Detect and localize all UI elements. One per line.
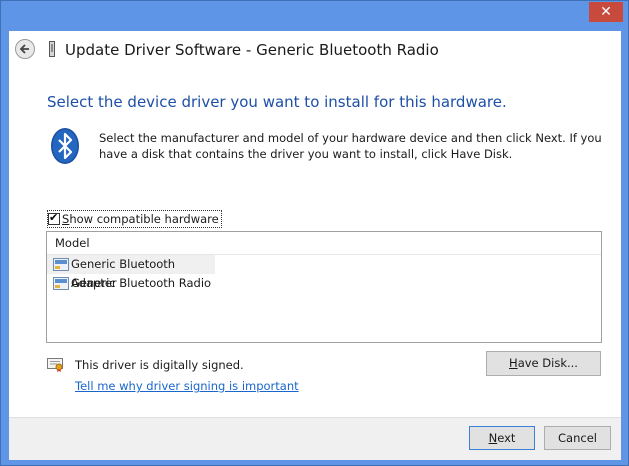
driver-signing-link[interactable]: Tell me why driver signing is important (75, 379, 299, 393)
signed-driver-icon (47, 358, 63, 372)
next-button[interactable]: Next (469, 426, 535, 450)
driver-icon (53, 258, 69, 271)
dialog-window: ✕ Update Driver Software - Generic Bluet… (0, 0, 629, 466)
wizard-header: Update Driver Software - Generic Bluetoo… (9, 31, 621, 71)
wizard-panel: Update Driver Software - Generic Bluetoo… (9, 31, 621, 460)
list-item[interactable]: Generic Bluetooth Adapter (47, 255, 215, 290)
back-arrow-icon (19, 44, 29, 54)
have-disk-button[interactable]: Have Disk... (486, 351, 601, 376)
list-item[interactable]: Generic Bluetooth Radio (47, 274, 601, 293)
wizard-title: Update Driver Software - Generic Bluetoo… (65, 41, 439, 59)
device-icon (49, 41, 55, 57)
signing-status-text: This driver is digitally signed. (75, 358, 244, 372)
list-item-label: Generic Bluetooth Radio (71, 276, 212, 290)
checkbox-box[interactable] (48, 211, 60, 225)
show-compatible-label: Show compatible hardware (62, 212, 219, 226)
page-heading: Select the device driver you want to ins… (47, 93, 507, 111)
bluetooth-icon (51, 128, 79, 164)
show-compatible-checkbox[interactable]: Show compatible hardware (47, 210, 222, 228)
cancel-button[interactable]: Cancel (544, 426, 611, 450)
back-button[interactable] (15, 39, 35, 59)
close-button[interactable]: ✕ (589, 2, 623, 22)
model-column-header[interactable]: Model (47, 232, 601, 255)
close-icon: ✕ (600, 4, 612, 20)
page-description: Select the manufacturer and model of you… (99, 131, 602, 161)
model-list[interactable]: Model Generic Bluetooth Adapter Generic … (46, 231, 602, 343)
driver-icon (53, 277, 69, 290)
